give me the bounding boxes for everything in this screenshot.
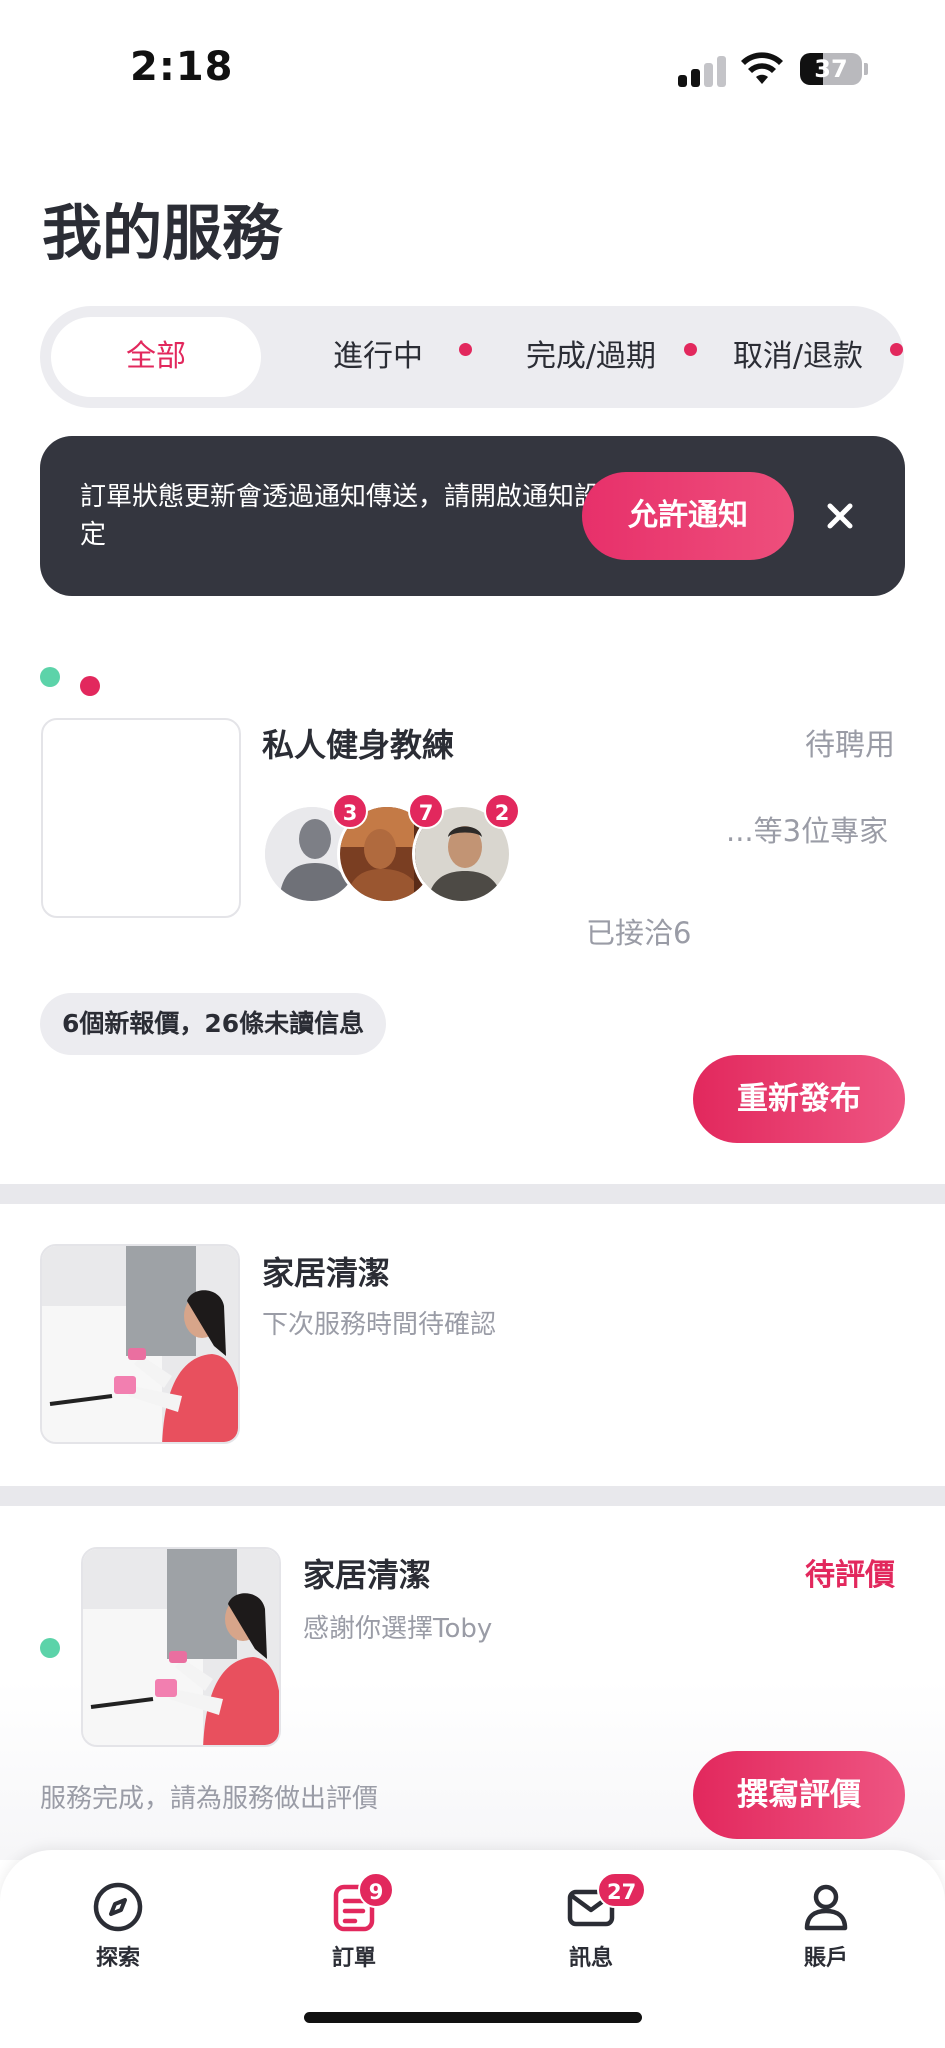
status-dot-green <box>40 1638 60 1658</box>
close-icon[interactable] <box>818 494 862 538</box>
cleaning-photo <box>42 1246 238 1442</box>
tab-completed-expired[interactable]: 完成/過期 <box>494 317 697 397</box>
section-divider <box>0 1486 945 1506</box>
tab-bar: 全部 進行中 完成/過期 取消/退款 <box>40 306 904 408</box>
tab-in-progress[interactable]: 進行中 <box>295 317 472 397</box>
experts-count: ...等3位專家 <box>726 814 889 848</box>
review-prompt: 服務完成，請為服務做出評價 <box>40 1784 379 1814</box>
notice-text: 訂單狀態更新會透過通知傳送，請開啟通知設定 <box>80 482 601 550</box>
user-icon <box>804 1884 848 1931</box>
order-status: 待評價 <box>805 1558 895 1593</box>
nav-badge: 9 <box>358 1872 394 1908</box>
notification-banner: 訂單狀態更新會透過通知傳送，請開啟通知設定 允許通知 <box>40 436 905 596</box>
tab-dot <box>684 343 697 356</box>
new-quotes-info: 6個新報價，26條未讀信息 <box>40 993 387 1055</box>
wifi-icon <box>741 52 783 84</box>
service-title: 家居清潔 <box>303 1556 432 1594</box>
compass-icon <box>93 1882 143 1932</box>
section-divider <box>0 1184 945 1204</box>
page-title: 我的服務 <box>42 199 282 269</box>
status-dot-green <box>40 667 60 687</box>
service-title: 私人健身教練 <box>262 726 455 764</box>
nav-account[interactable]: 賬戶 <box>766 1880 886 1972</box>
status-dot-red <box>80 676 100 696</box>
tab-label: 進行中 <box>333 339 423 374</box>
tab-dot <box>459 343 472 356</box>
nav-messages[interactable]: 訊息 27 <box>531 1872 651 1972</box>
signal-icon <box>678 55 728 87</box>
tab-all[interactable]: 全部 <box>51 317 261 397</box>
avatar-badge: 2 <box>484 793 520 829</box>
service-photo <box>81 1547 281 1747</box>
order-status: 待聘用 <box>805 728 895 763</box>
nav-label: 訂單 <box>331 1946 376 1971</box>
tab-label: 全部 <box>126 339 186 374</box>
avatar-badge: 3 <box>332 793 368 829</box>
service-subtitle: 感謝你選擇Toby <box>303 1614 493 1644</box>
status-time: 2:18 <box>130 44 234 90</box>
home-indicator <box>304 2012 642 2023</box>
nav-badge: 27 <box>597 1872 647 1908</box>
battery-level: 37 <box>814 55 848 83</box>
tab-cancelled-refund[interactable]: 取消/退款 <box>708 317 903 397</box>
service-title: 家居清潔 <box>262 1254 391 1292</box>
nav-explore[interactable]: 探索 <box>58 1880 178 1972</box>
republish-button[interactable]: 重新發布 <box>693 1055 905 1143</box>
cleaning-photo <box>83 1549 279 1745</box>
nav-label: 訊息 <box>568 1946 613 1971</box>
nav-label: 探索 <box>95 1946 140 1971</box>
tab-label: 完成/過期 <box>525 339 657 374</box>
status-bar: 2:18 37 <box>0 0 945 110</box>
nav-orders[interactable]: 訂單 9 <box>294 1872 414 1972</box>
contacted-count: 已接洽6 <box>586 916 692 950</box>
service-thumbnail <box>41 718 241 918</box>
service-subtitle: 下次服務時間待確認 <box>262 1310 497 1340</box>
service-photo <box>40 1244 240 1444</box>
avatar-badge: 7 <box>408 793 444 829</box>
write-review-button[interactable]: 撰寫評價 <box>693 1751 905 1839</box>
tab-dot <box>890 343 903 356</box>
battery-icon: 37 <box>800 53 862 85</box>
battery-cap <box>864 63 868 75</box>
nav-label: 賬戶 <box>803 1946 848 1971</box>
allow-notification-button[interactable]: 允許通知 <box>582 472 794 560</box>
tab-label: 取消/退款 <box>732 339 864 374</box>
